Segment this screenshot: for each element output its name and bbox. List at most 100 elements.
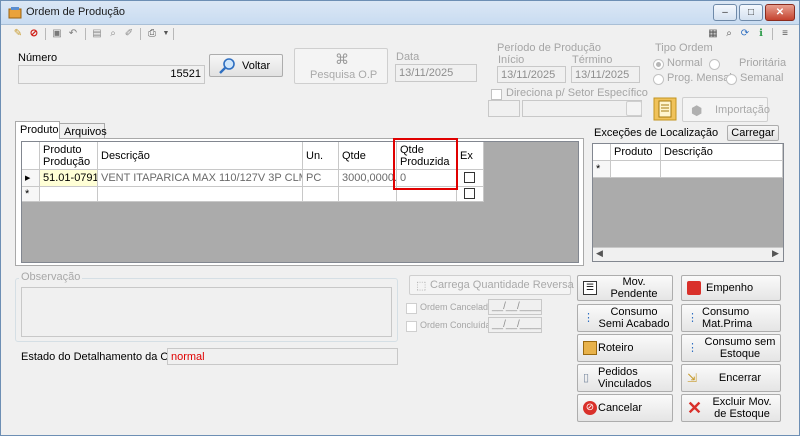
tipo-prioritaria-radio[interactable] (709, 59, 720, 70)
undo-icon[interactable]: ↶ (66, 27, 80, 40)
mov-pendente-button[interactable]: ☰ Mov. Pendente (577, 275, 673, 301)
list-icon: ☰ (583, 281, 597, 295)
table-cell-produto[interactable]: 51.01-0791 (40, 170, 98, 187)
menu-icon[interactable]: ≡ (778, 27, 792, 40)
consumo-mat-label: Consumo Mat.Prima (702, 306, 753, 330)
data-label: Data (396, 51, 420, 63)
title-bar: Ordem de Produção – □ ✕ (1, 1, 799, 25)
table-cell-un[interactable]: PC (303, 170, 339, 187)
mov-pendente-label: Mov. Pendente (610, 276, 658, 300)
scroll-right-icon[interactable]: ▶ (772, 248, 779, 259)
observacao-label: Observação (19, 271, 83, 283)
excecoes-new-row-marker[interactable]: * (593, 161, 611, 178)
excecoes-col-descricao[interactable]: Descrição (661, 144, 783, 161)
excecoes-cell-produto[interactable] (611, 161, 661, 178)
roteiro-button[interactable]: Roteiro (577, 334, 673, 362)
tipo-normal-radio[interactable] (653, 59, 664, 70)
encerrar-button[interactable]: ⇲ Encerrar (681, 364, 781, 392)
cancelar-icon: ⊘ (583, 401, 597, 415)
encerrar-icon: ⇲ (687, 371, 698, 385)
roteiro-label: Roteiro (598, 342, 634, 354)
table-cell-ex (457, 170, 484, 187)
empenho-label: Empenho (706, 282, 754, 294)
numero-field[interactable]: 15521 (18, 65, 205, 84)
pedidos-vinculados-button[interactable]: ▯ Pedidos Vinculados (577, 364, 673, 392)
consumo-mat-button[interactable]: ⋮ Consumo Mat.Prima (681, 304, 781, 332)
ordem-concluida-checkbox[interactable] (406, 321, 417, 332)
estado-label: Estado do Detalhamento da OP: (21, 351, 180, 363)
table-cell-qtde[interactable] (339, 187, 397, 202)
ex-checkbox[interactable] (464, 188, 475, 199)
maximize-button[interactable]: □ (739, 4, 763, 21)
carregar-button[interactable]: Carregar (727, 125, 779, 141)
print-icon[interactable]: ⎙ (145, 27, 159, 40)
setor-code-field[interactable] (488, 100, 520, 117)
estado-field[interactable]: normal (167, 348, 398, 365)
delete-icon[interactable]: ▤ (90, 27, 104, 40)
consumo-sem-estoque-label: Consumo sem Estoque (704, 336, 776, 360)
horizontal-scrollbar[interactable]: ◀ ▶ (593, 247, 783, 261)
cancelar-button[interactable]: ⊘ Cancelar (577, 394, 673, 422)
search-icon[interactable]: ⌕ (722, 27, 736, 40)
roteiro-icon (583, 341, 597, 355)
consumo-sem-estoque-button[interactable]: ⋮ Consumo sem Estoque (681, 334, 781, 362)
row-marker[interactable]: ▶ (22, 170, 40, 187)
table-cell-qtde[interactable]: 3000,0000... (339, 170, 397, 187)
consumo-semi-button[interactable]: ⋮ Consumo Semi Acabado (577, 304, 673, 332)
app-icon (8, 7, 22, 19)
help-icon[interactable]: ℹ (754, 27, 768, 40)
col-un[interactable]: Un. (303, 142, 339, 170)
setor-dropdown-button[interactable] (626, 101, 642, 116)
excluir-mov-button[interactable]: ✕ Excluir Mov. de Estoque (681, 394, 781, 422)
scroll-icon[interactable] (653, 97, 677, 121)
edit-icon[interactable]: ✐ (122, 27, 136, 40)
col-descricao[interactable]: Descrição (98, 142, 303, 170)
table-cell-un[interactable] (303, 187, 339, 202)
ex-checkbox[interactable] (464, 172, 475, 183)
consumo-semi-icon: ⋮ (583, 312, 594, 324)
table-cell-produto[interactable] (40, 187, 98, 202)
tipo-semanal-radio[interactable] (726, 74, 737, 85)
setor-name-field[interactable] (522, 100, 642, 117)
col-qtde[interactable]: Qtde (339, 142, 397, 170)
cancelar-label: Cancelar (598, 402, 643, 414)
scroll-left-icon[interactable]: ◀ (596, 248, 603, 259)
empenho-button[interactable]: Empenho (681, 275, 781, 301)
refresh-icon[interactable]: ⟳ (738, 27, 752, 40)
col-ex[interactable]: Ex (457, 142, 484, 170)
pesquisa-op-button[interactable]: ⌘ Pesquisa O.P (294, 48, 388, 84)
excecoes-grid-corner (593, 144, 611, 161)
ordem-concluida-date[interactable]: __/__/____ (488, 317, 542, 333)
toolbar-separator (772, 28, 773, 40)
direciona-checkbox[interactable] (491, 89, 502, 100)
tipo-prog-mensal-radio[interactable] (653, 74, 664, 85)
find-icon[interactable]: ⌕ (106, 27, 120, 40)
data-field[interactable]: 13/11/2025 (395, 64, 477, 82)
tipo-ordem-label: Tipo Ordem (655, 42, 713, 54)
col-produto-producao[interactable]: Produto Produção (40, 142, 98, 170)
table-cell-descricao[interactable] (98, 187, 303, 202)
tab-arquivos[interactable]: Arquivos (59, 123, 107, 138)
inicio-field[interactable]: 13/11/2025 (497, 66, 566, 83)
save-icon[interactable]: ▣ (50, 27, 64, 40)
dropdown-arrow-icon[interactable]: ▼ (159, 27, 173, 40)
cancel-icon[interactable]: ⊘ (27, 27, 41, 40)
termino-field[interactable]: 13/11/2025 (571, 66, 640, 83)
carrega-quantidade-button[interactable]: ⬚ Carrega Quantidade Reversa (409, 275, 574, 295)
ordem-concluida-label: Ordem Concluída (420, 320, 491, 330)
minimize-button[interactable]: – (713, 4, 737, 21)
close-button[interactable]: ✕ (765, 4, 795, 21)
calculator-icon[interactable]: ▦ (706, 27, 720, 40)
carrega-icon: ⬚ (416, 280, 427, 292)
tab-produto[interactable]: Produto (15, 121, 60, 139)
excecoes-cell-descricao[interactable] (661, 161, 783, 178)
ordem-cancelada-date[interactable]: __/__/____ (488, 299, 542, 315)
voltar-button[interactable]: Voltar (209, 54, 283, 77)
table-cell-descricao[interactable]: VENT ITAPARICA MAX 110/127V 3P CLM A... (98, 170, 303, 187)
importacao-button[interactable]: ⬢ Importação (682, 97, 770, 122)
new-row-marker[interactable]: * (22, 187, 40, 202)
observacao-textarea[interactable] (21, 287, 392, 337)
new-icon[interactable]: ✎ (11, 27, 25, 40)
excecoes-col-produto[interactable]: Produto (611, 144, 661, 161)
ordem-cancelada-checkbox[interactable] (406, 303, 417, 314)
